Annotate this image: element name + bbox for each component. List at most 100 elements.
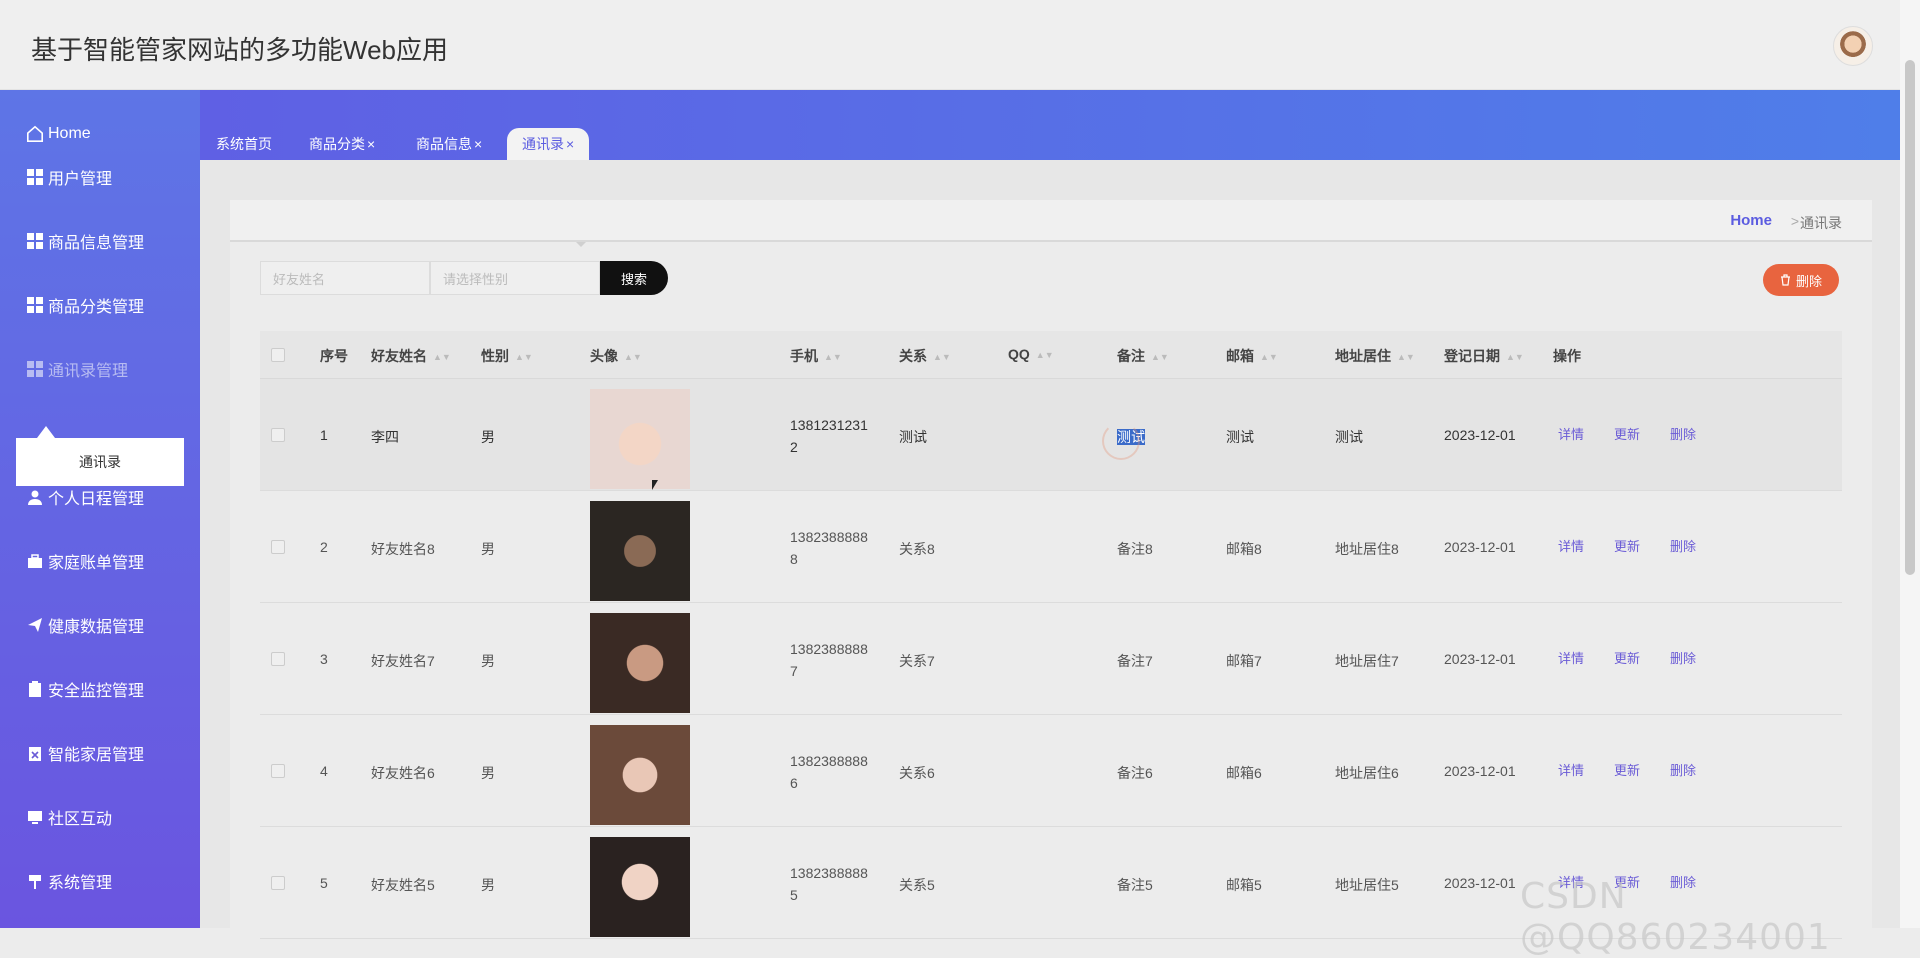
breadcrumb-home[interactable]: Home	[1730, 212, 1772, 229]
row-checkbox[interactable]	[271, 540, 285, 554]
sidebar-item-9[interactable]: 智能家居管理	[0, 731, 200, 775]
update-button[interactable]: 更新	[1614, 760, 1640, 779]
sort-icon[interactable]: ▲▼	[1036, 351, 1054, 360]
avatar-photo	[590, 725, 690, 825]
cell-email: 邮箱6	[1226, 763, 1262, 783]
detail-button[interactable]: 详情	[1558, 424, 1584, 443]
sidebar-item-6[interactable]: 家庭账单管理	[0, 539, 200, 583]
column-header-4[interactable]: 头像 ▲▼	[590, 346, 642, 366]
top-header: 基于智能管家网站的多功能Web应用	[0, 0, 1900, 90]
cell-relation: 关系8	[899, 539, 935, 559]
delete-button-label: 删除	[1795, 273, 1822, 289]
column-header-11[interactable]: 登记日期 ▲▼	[1444, 346, 1524, 366]
detail-button[interactable]: 详情	[1558, 760, 1584, 779]
sidebar-item-8[interactable]: 安全监控管理	[0, 667, 200, 711]
cell-text: 关系5	[899, 877, 935, 893]
table-row[interactable]: 2 好友姓名8 男 1382388888 8 关系8 备注8 邮箱8 地址居住8 2023-12-…	[260, 491, 1842, 603]
cell-text: 好友姓名8	[371, 541, 435, 557]
select-all-checkbox[interactable]	[271, 348, 285, 362]
close-icon[interactable]: ×	[566, 136, 574, 152]
home-icon	[26, 125, 44, 143]
sidebar-subitem-contacts[interactable]: 通讯录	[16, 438, 184, 486]
row-checkbox[interactable]	[271, 652, 285, 666]
table-row[interactable]: 1 李四男 1381231231 2 测试 测试 测试 测试 2023-12-01 详情 更新 删除	[260, 379, 1842, 491]
cell-address: 地址居住6	[1335, 763, 1399, 783]
sidebar-item-home[interactable]: Home	[0, 112, 200, 156]
tab-product-category[interactable]: 商品分类 ×	[294, 128, 390, 160]
cell-relation: 关系7	[899, 651, 935, 671]
scrollbar-thumb[interactable]	[1905, 60, 1915, 575]
cell-text: 备注7	[1117, 653, 1153, 669]
sort-icon[interactable]: ▲▼	[933, 353, 951, 362]
delete-button[interactable]: 删除	[1670, 648, 1696, 667]
update-button[interactable]: 更新	[1614, 648, 1640, 667]
sort-icon[interactable]: ▲▼	[1260, 353, 1278, 362]
sidebar-item-2[interactable]: 商品信息管理	[0, 219, 200, 263]
cell-text: 男	[481, 541, 495, 557]
column-header-8[interactable]: 备注 ▲▼	[1117, 346, 1169, 366]
sidebar-item-11[interactable]: 系统管理	[0, 859, 200, 903]
briefcase-icon	[26, 552, 44, 570]
sidebar-item-label: 社区互动	[48, 811, 113, 828]
column-header-label: 备注	[1117, 348, 1145, 364]
column-header-3[interactable]: 性别 ▲▼	[481, 346, 533, 366]
column-header-label: 关系	[899, 348, 927, 364]
grid-icon	[26, 168, 44, 186]
sort-icon[interactable]: ▲▼	[1397, 353, 1415, 362]
tab-label: 商品分类	[309, 136, 365, 152]
cell-text: 2023-12-01	[1444, 651, 1516, 667]
tab-home[interactable]: 系统首页	[201, 128, 287, 160]
table-row[interactable]: 3 好友姓名7 男 1382388888 7 关系7 备注7 邮箱7 地址居住7 2023-12-…	[260, 603, 1842, 715]
sort-icon[interactable]: ▲▼	[515, 353, 533, 362]
update-button[interactable]: 更新	[1614, 536, 1640, 555]
column-header-5[interactable]: 手机 ▲▼	[790, 346, 842, 366]
close-icon[interactable]: ×	[367, 136, 375, 152]
avatar-photo	[590, 837, 690, 937]
cell-text: 男	[481, 429, 495, 445]
sidebar-item-7[interactable]: 健康数据管理	[0, 603, 200, 647]
tab-contacts[interactable]: 通讯录 ×	[507, 128, 590, 160]
sidebar-item-10[interactable]: 社区互动	[0, 795, 200, 839]
delete-button[interactable]: 删除	[1670, 760, 1696, 779]
row-checkbox[interactable]	[271, 876, 285, 890]
row-checkbox[interactable]	[271, 428, 285, 442]
sidebar-item-4[interactable]: 通讯录管理	[0, 347, 200, 391]
batch-delete-button[interactable]: 删除	[1763, 264, 1839, 296]
sidebar-item-3[interactable]: 商品分类管理	[0, 283, 200, 327]
search-button[interactable]: 搜索	[600, 261, 668, 295]
column-header-label: 头像	[590, 348, 618, 364]
table-row[interactable]: 4 好友姓名6 男 1382388888 6 关系6 备注6 邮箱6 地址居住6 2023-12-…	[260, 715, 1842, 827]
sort-icon[interactable]: ▲▼	[433, 353, 451, 362]
cell-text: 好友姓名5	[371, 877, 435, 893]
sidebar-item-1[interactable]: 用户管理	[0, 155, 200, 199]
column-header-9[interactable]: 邮箱 ▲▼	[1226, 346, 1278, 366]
delete-button[interactable]: 删除	[1670, 536, 1696, 555]
breadcrumb: Home > 通讯录	[230, 200, 1872, 242]
column-header-6[interactable]: 关系 ▲▼	[899, 346, 951, 366]
detail-button[interactable]: 详情	[1558, 648, 1584, 667]
tab-product-info[interactable]: 商品信息 ×	[401, 128, 497, 160]
cell-text: 备注8	[1117, 541, 1153, 557]
column-header-label: 登记日期	[1444, 348, 1500, 364]
sort-icon[interactable]: ▲▼	[824, 353, 842, 362]
close-icon[interactable]: ×	[474, 136, 482, 152]
search-button-label: 搜索	[620, 271, 647, 287]
cell-text: 2023-12-01	[1444, 763, 1516, 779]
friend-name-search-input[interactable]: 好友姓名	[260, 261, 430, 295]
detail-button[interactable]: 详情	[1558, 536, 1584, 555]
row-checkbox[interactable]	[271, 764, 285, 778]
update-button[interactable]: 更新	[1614, 424, 1640, 443]
sort-icon[interactable]: ▲▼	[624, 353, 642, 362]
delete-button[interactable]: 删除	[1670, 424, 1696, 443]
gender-select[interactable]: 请选择性别	[430, 261, 600, 295]
sort-icon[interactable]: ▲▼	[1506, 353, 1524, 362]
loading-spinner-icon	[1102, 422, 1140, 460]
column-header-2[interactable]: 好友姓名 ▲▼	[371, 346, 451, 366]
sidebar-item-label: 商品分类管理	[48, 299, 145, 316]
cell-text: 男	[481, 877, 495, 893]
clipboard-x-icon	[26, 744, 44, 762]
user-avatar[interactable]	[1833, 26, 1873, 66]
column-header-7[interactable]: QQ ▲▼	[1008, 346, 1054, 362]
column-header-10[interactable]: 地址居住 ▲▼	[1335, 346, 1415, 366]
sort-icon[interactable]: ▲▼	[1151, 353, 1169, 362]
